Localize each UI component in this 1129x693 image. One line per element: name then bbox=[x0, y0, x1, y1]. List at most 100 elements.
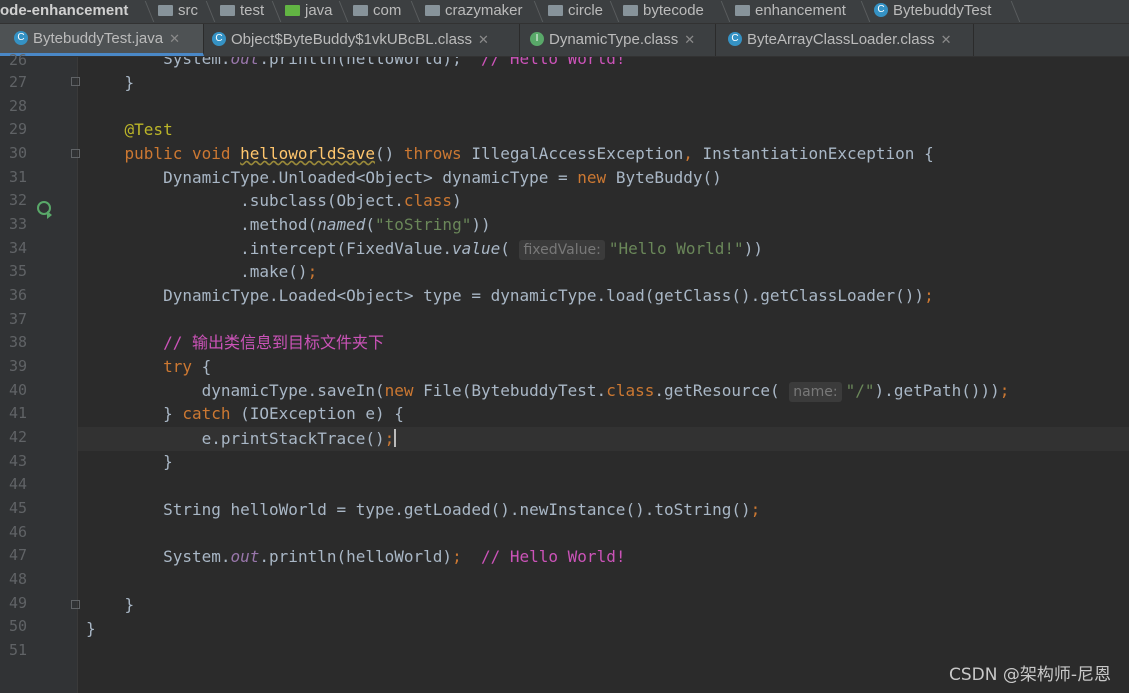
tab-label: BytebuddyTest.java bbox=[33, 30, 164, 47]
breadcrumb-item-src[interactable]: src bbox=[158, 0, 198, 23]
string-literal: "toString" bbox=[375, 215, 472, 234]
code-line: @Test bbox=[124, 120, 173, 139]
line-number: 50 bbox=[8, 617, 27, 635]
parameter-hint: name: bbox=[789, 382, 842, 402]
line-number: 49 bbox=[8, 594, 27, 612]
breadcrumb-label: bytecode bbox=[643, 2, 704, 19]
breadcrumb-separator bbox=[398, 1, 421, 22]
line-number: 48 bbox=[8, 570, 27, 588]
class-icon: C bbox=[212, 32, 226, 47]
line-number: 31 bbox=[8, 168, 27, 186]
tab-label: ByteArrayClassLoader.class bbox=[747, 31, 935, 48]
tab-object-bytebuddy-class[interactable]: C Object$ByteBuddy$1vkUBcBL.class ✕ bbox=[204, 24, 520, 56]
code-line: .make(); bbox=[86, 262, 318, 281]
breadcrumb-label: BytebuddyTest bbox=[893, 2, 992, 19]
code-line: } bbox=[86, 595, 135, 614]
line-number: 44 bbox=[8, 475, 27, 493]
tab-bytebuddytest-java[interactable]: C BytebuddyTest.java ✕ bbox=[0, 24, 204, 56]
method-name: helloworldSave bbox=[240, 144, 375, 163]
breadcrumb-item-bytebuddytest[interactable]: C BytebuddyTest bbox=[874, 0, 991, 23]
code-line: // 输出类信息到目标文件夹下 bbox=[86, 331, 384, 355]
interface-icon: I bbox=[530, 32, 544, 47]
comment: // Hello World! bbox=[480, 547, 626, 566]
code-line: } catch (IOException e) { bbox=[86, 404, 404, 423]
code-line: } bbox=[86, 619, 96, 638]
code-line: System.out.println(helloWorld); // Hello… bbox=[86, 547, 626, 566]
code-line: String helloWorld = type.getLoaded().new… bbox=[86, 500, 761, 519]
breadcrumb-item-module[interactable]: ode-enhancement bbox=[0, 0, 128, 23]
line-number: 34 bbox=[8, 239, 27, 257]
folder-icon bbox=[735, 4, 750, 16]
string-literal: "/" bbox=[845, 381, 875, 400]
code-line: System.out.println(helloWorld); // Hello… bbox=[86, 57, 625, 71]
close-icon[interactable]: ✕ bbox=[169, 31, 180, 46]
breadcrumb-item-enhancement[interactable]: enhancement bbox=[735, 0, 846, 23]
folder-icon bbox=[548, 4, 563, 16]
comment: // 输出类信息到目标文件夹下 bbox=[163, 333, 384, 352]
code-line: dynamicType.saveIn(new File(BytebuddyTes… bbox=[86, 381, 1010, 402]
breadcrumb-label: crazymaker bbox=[445, 2, 523, 19]
line-number: 45 bbox=[8, 499, 27, 517]
editor-gutter[interactable]: 26 27 28 29 30 31 32 33 34 35 36 37 38 3… bbox=[0, 51, 80, 693]
line-number: 27 bbox=[8, 73, 27, 91]
breadcrumb-item-test[interactable]: test bbox=[220, 0, 264, 23]
breadcrumb-separator bbox=[132, 1, 155, 22]
breadcrumb-item-bytecode[interactable]: bytecode bbox=[623, 0, 704, 23]
breadcrumb-item-crazymaker[interactable]: crazymaker bbox=[425, 0, 523, 23]
close-icon[interactable]: ✕ bbox=[478, 32, 489, 47]
folder-icon bbox=[158, 4, 173, 16]
close-icon[interactable]: ✕ bbox=[941, 32, 952, 47]
line-number: 51 bbox=[8, 641, 27, 659]
breadcrumb: ode-enhancement src test java com crazym… bbox=[0, 0, 1129, 24]
string-literal: "Hello World!" bbox=[608, 239, 744, 258]
tab-dynamictype-class[interactable]: I DynamicType.class ✕ bbox=[520, 24, 716, 56]
breadcrumb-item-circle[interactable]: circle bbox=[548, 0, 603, 23]
code-line: DynamicType.Loaded<Object> type = dynami… bbox=[86, 286, 934, 305]
line-number: 37 bbox=[8, 310, 27, 328]
tab-label: Object$ByteBuddy$1vkUBcBL.class bbox=[231, 31, 472, 48]
tab-label: DynamicType.class bbox=[549, 31, 679, 48]
code-line: .subclass(Object.class) bbox=[86, 191, 462, 210]
line-number: 36 bbox=[8, 286, 27, 304]
code-line: } bbox=[86, 73, 135, 92]
code-line: e.printStackTrace(); bbox=[86, 429, 397, 448]
code-line: .intercept(FixedValue.value( fixedValue:… bbox=[86, 239, 763, 260]
breadcrumb-item-com[interactable]: com bbox=[353, 0, 401, 23]
line-number: 32 bbox=[8, 191, 27, 209]
line-number: 30 bbox=[8, 144, 27, 162]
breadcrumb-item-java[interactable]: java bbox=[285, 0, 333, 23]
breadcrumb-separator bbox=[848, 1, 871, 22]
code-line: try { bbox=[163, 357, 212, 376]
line-number: 41 bbox=[8, 404, 27, 422]
line-number: 39 bbox=[8, 357, 27, 375]
line-number: 42 bbox=[8, 428, 27, 446]
folder-green-icon bbox=[285, 4, 300, 16]
class-icon: C bbox=[728, 32, 742, 47]
tab-bytearrayclassloader-class[interactable]: C ByteArrayClassLoader.class ✕ bbox=[716, 24, 974, 56]
breadcrumb-label: enhancement bbox=[755, 2, 846, 19]
folder-icon bbox=[425, 4, 440, 16]
close-icon[interactable]: ✕ bbox=[684, 32, 695, 47]
code-editor[interactable]: System.out.println(helloWorld); // Hello… bbox=[78, 57, 1129, 693]
breadcrumb-label: circle bbox=[568, 2, 604, 19]
line-number: 26 bbox=[8, 51, 27, 69]
breadcrumb-separator bbox=[998, 1, 1021, 22]
code-line: public void helloworldSave() throws Ille… bbox=[124, 144, 934, 163]
class-icon: C bbox=[874, 3, 888, 18]
line-number: 46 bbox=[8, 523, 27, 541]
class-icon: C bbox=[14, 31, 28, 46]
text-caret bbox=[394, 429, 397, 447]
run-test-icon[interactable] bbox=[37, 201, 52, 219]
folder-icon bbox=[623, 4, 638, 16]
code-line: } bbox=[86, 452, 173, 471]
code-line: DynamicType.Unloaded<Object> dynamicType… bbox=[86, 168, 722, 187]
folder-icon bbox=[220, 4, 235, 16]
line-number: 29 bbox=[8, 120, 27, 138]
breadcrumb-separator bbox=[708, 1, 731, 22]
breadcrumb-label: com bbox=[373, 2, 402, 19]
line-number: 35 bbox=[8, 262, 27, 280]
parameter-hint: fixedValue: bbox=[519, 240, 605, 260]
code-line: .method(named("toString")) bbox=[86, 215, 491, 234]
breadcrumb-label: ode-enhancement bbox=[0, 2, 129, 19]
editor-tabs: C BytebuddyTest.java ✕ C Object$ByteBuddy$1… bbox=[0, 24, 1129, 57]
